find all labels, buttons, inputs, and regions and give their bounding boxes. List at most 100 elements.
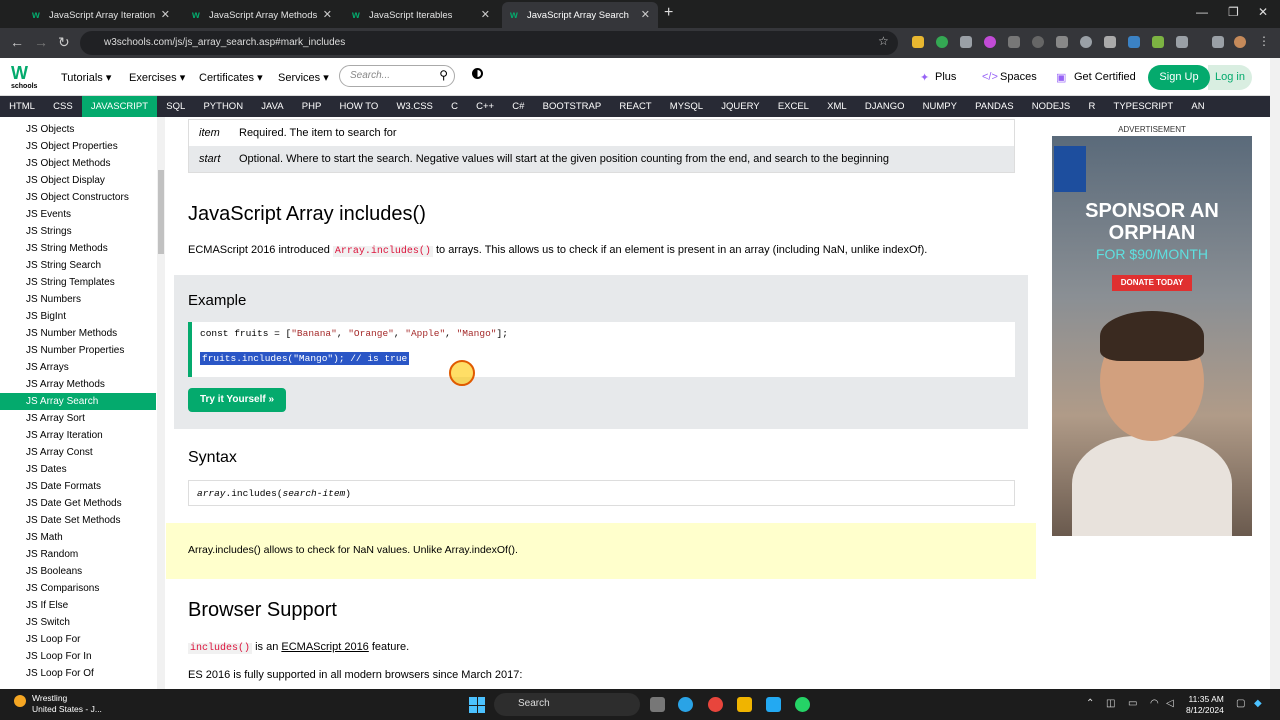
selected-code[interactable]: fruits.includes("Mango"); // is true	[200, 352, 410, 365]
sidebar-item[interactable]: JS Object Methods	[0, 155, 156, 172]
menu-certificates[interactable]: Certificates ▾	[199, 71, 263, 84]
topnav-item[interactable]: R	[1079, 96, 1104, 117]
sidebar-item[interactable]: JS String Search	[0, 257, 156, 274]
forward-icon[interactable]: →	[34, 34, 48, 50]
sidebar-item[interactable]: JS Random	[0, 546, 156, 563]
vscode-icon[interactable]	[766, 697, 781, 712]
sidebar-item[interactable]: JS Numbers	[0, 291, 156, 308]
browser-tab[interactable]: w JavaScript Iterables ✕	[344, 2, 498, 28]
topnav-item[interactable]: PANDAS	[966, 96, 1023, 117]
search-input[interactable]: Search... ⚲	[339, 65, 455, 87]
topnav-item[interactable]: HTML	[0, 96, 44, 117]
sidebar-item[interactable]: JS Objects	[0, 121, 156, 138]
sidebar-item[interactable]: JS Array Iteration	[0, 427, 156, 444]
topnav-item[interactable]: HOW TO	[330, 96, 387, 117]
topnav-item[interactable]: C++	[467, 96, 503, 117]
extension-icon[interactable]	[984, 36, 996, 48]
sidebar-item[interactable]: JS Date Set Methods	[0, 512, 156, 529]
wifi-icon[interactable]: ◠	[1150, 698, 1159, 709]
reload-icon[interactable]: ↻	[58, 34, 70, 51]
sidebar-item[interactable]: JS Arrays	[0, 359, 156, 376]
topnav-item[interactable]: BOOTSTRAP	[534, 96, 611, 117]
browser-tab[interactable]: w JavaScript Array Iteration ✕	[24, 2, 178, 28]
topnav-item[interactable]: MYSQL	[661, 96, 712, 117]
topnav-item[interactable]: JQUERY	[712, 96, 769, 117]
sidebar-item[interactable]: JS Dates	[0, 461, 156, 478]
whatsapp-icon[interactable]	[795, 697, 810, 712]
weather-widget[interactable]: Wrestling United States - J...	[14, 693, 102, 715]
chrome-icon[interactable]	[708, 697, 723, 712]
topnav-item[interactable]: PHP	[293, 96, 331, 117]
restore-icon[interactable]: ❐	[1228, 5, 1239, 19]
extension-icon[interactable]	[1152, 36, 1164, 48]
profile-avatar[interactable]	[1234, 36, 1246, 48]
minimize-icon[interactable]: —	[1196, 5, 1208, 19]
topnav-item[interactable]: NUMPY	[914, 96, 967, 117]
try-it-yourself-button[interactable]: Try it Yourself »	[188, 388, 286, 412]
extension-icon[interactable]	[936, 36, 948, 48]
topnav-item[interactable]: EXCEL	[769, 96, 818, 117]
tray-icon[interactable]: ▭	[1128, 698, 1137, 709]
sidebar-item[interactable]: JS Comparisons	[0, 580, 156, 597]
dark-mode-toggle-icon[interactable]	[472, 68, 483, 79]
topnav-item[interactable]: PYTHON	[194, 96, 252, 117]
kebab-menu-icon[interactable]: ⋮	[1258, 34, 1270, 48]
sublime-icon[interactable]	[737, 697, 752, 712]
sidebar-item[interactable]: JS String Methods	[0, 240, 156, 257]
sidebar-item[interactable]: JS Events	[0, 206, 156, 223]
new-tab-icon[interactable]: +	[664, 4, 673, 22]
menu-services[interactable]: Services ▾	[278, 71, 329, 84]
sidebar-item[interactable]: JS Number Methods	[0, 325, 156, 342]
sidebar-item[interactable]: JS BigInt	[0, 308, 156, 325]
url-field[interactable]: w3schools.com/js/js_array_search.asp#mar…	[80, 31, 898, 55]
search-icon[interactable]: ⚲	[439, 68, 448, 82]
task-view-icon[interactable]	[650, 697, 665, 712]
close-tab-icon[interactable]: ✕	[323, 8, 332, 21]
close-tab-icon[interactable]: ✕	[641, 8, 650, 21]
sidebar-item[interactable]: JS String Templates	[0, 274, 156, 291]
bookmark-star-icon[interactable]: ☆	[878, 34, 889, 48]
extension-icon[interactable]	[1080, 36, 1092, 48]
extension-icon[interactable]	[912, 36, 924, 48]
topnav-item[interactable]: W3.CSS	[387, 96, 442, 117]
sidebar-item[interactable]: JS Object Properties	[0, 138, 156, 155]
close-tab-icon[interactable]: ✕	[481, 8, 490, 21]
back-icon[interactable]: ←	[10, 34, 24, 50]
w3schools-logo[interactable]: Wschools	[11, 63, 39, 93]
sidebar-item[interactable]: JS Number Properties	[0, 342, 156, 359]
windows-start-icon[interactable]	[469, 697, 485, 713]
topnav-item[interactable]: C#	[503, 96, 533, 117]
sidebar-item[interactable]: JS Loop For In	[0, 648, 156, 665]
extension-icon[interactable]	[1128, 36, 1140, 48]
topnav-item[interactable]: XML	[818, 96, 856, 117]
close-tab-icon[interactable]: ✕	[161, 8, 170, 21]
page-scrollbar[interactable]	[1270, 58, 1280, 689]
taskbar-search[interactable]: Search	[494, 693, 640, 716]
topnav-item[interactable]: TYPESCRIPT	[1104, 96, 1182, 117]
extension-icon[interactable]	[1056, 36, 1068, 48]
copilot-icon[interactable]: ◆	[1254, 698, 1262, 709]
sidebar-item[interactable]: JS Math	[0, 529, 156, 546]
clock[interactable]: 11:35 AM 8/12/2024	[1186, 694, 1224, 716]
reading-list-icon[interactable]	[1212, 36, 1224, 48]
volume-icon[interactable]: ◁	[1166, 698, 1174, 709]
notification-icon[interactable]: ▢	[1236, 698, 1245, 709]
browser-tab-active[interactable]: w JavaScript Array Search ✕	[502, 2, 658, 28]
plus-link[interactable]: Plus	[935, 71, 956, 83]
extensions-puzzle-icon[interactable]	[1176, 36, 1188, 48]
sidebar-item[interactable]: JS Array Const	[0, 444, 156, 461]
topnav-item[interactable]: JAVA	[252, 96, 293, 117]
topnav-item[interactable]: AN	[1182, 96, 1213, 117]
signup-button[interactable]: Sign Up	[1148, 65, 1210, 90]
sidebar-item[interactable]: JS Loop For Of	[0, 665, 156, 682]
menu-tutorials[interactable]: Tutorials ▾	[61, 71, 111, 84]
extension-icon[interactable]	[1008, 36, 1020, 48]
ecmascript-2016-link[interactable]: ECMAScript 2016	[281, 641, 368, 653]
sidebar-item[interactable]: JS Object Constructors	[0, 189, 156, 206]
sidebar-item[interactable]: JS Object Display	[0, 172, 156, 189]
topnav-item[interactable]: C	[442, 96, 467, 117]
sidebar-item[interactable]: JS Date Formats	[0, 478, 156, 495]
login-button[interactable]: Log in	[1208, 65, 1252, 90]
sidebar-item[interactable]: JS Array Search	[0, 393, 156, 410]
extension-icon[interactable]	[1032, 36, 1044, 48]
